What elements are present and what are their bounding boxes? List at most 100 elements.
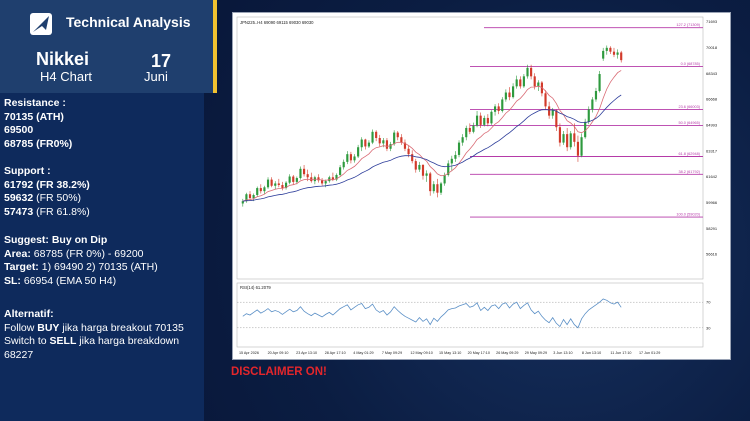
- y-tick-label: 70018: [706, 45, 718, 50]
- bull-candle: [266, 179, 270, 188]
- bull-candle: [501, 99, 504, 112]
- instrument-title: Nikkei: [36, 49, 90, 69]
- x-tick-label: 28 Apr 17:10: [325, 351, 346, 355]
- area-label: Area:: [4, 247, 31, 260]
- bull-candle: [353, 156, 356, 161]
- bull-candle: [443, 174, 446, 184]
- alt-line3: 68227: [4, 348, 34, 361]
- bull-candle: [382, 140, 385, 144]
- bear-candle: [321, 180, 324, 184]
- bull-candle: [241, 201, 244, 204]
- target-label: Target:: [4, 261, 39, 273]
- bull-candle: [605, 47, 608, 51]
- bear-candle: [375, 131, 378, 138]
- bull-candle: [602, 50, 605, 59]
- x-tick-label: 26 May 09:29: [496, 351, 518, 355]
- resistance-level: 68785 (FR0%): [4, 137, 73, 150]
- bull-candle: [389, 144, 392, 149]
- area-value: 68785 (FR 0%) - 69200: [33, 247, 144, 260]
- sl-label: SL:: [4, 274, 21, 287]
- alt-line2-pre: Switch to: [4, 335, 47, 347]
- resistance-level: 70135 (ATH): [4, 110, 64, 123]
- alt-line1-post: jika harga breakout 70135: [62, 321, 184, 334]
- bull-candle: [328, 177, 331, 182]
- x-tick-label: 20 May 17:10: [468, 351, 490, 355]
- bear-candle: [479, 115, 482, 125]
- bull-candle: [551, 110, 554, 116]
- date-month: Juni: [144, 69, 168, 84]
- x-tick-label: 15 May 13:10: [439, 351, 461, 355]
- bear-candle: [612, 51, 616, 55]
- bull-candle: [425, 173, 428, 176]
- bear-candle: [259, 188, 262, 192]
- resistance-heading: Resistance :: [4, 97, 66, 109]
- alternatif-heading: Alternatif:: [4, 308, 54, 320]
- bear-candle: [414, 161, 417, 170]
- bull-candle: [324, 181, 327, 184]
- bear-candle: [530, 67, 533, 77]
- timeframe-label: H4 Chart: [40, 69, 93, 84]
- bull-candle: [591, 99, 594, 110]
- bull-candle: [432, 184, 435, 192]
- bear-candle: [576, 141, 580, 156]
- bear-candle: [566, 134, 569, 148]
- alt-line1-pre: Follow: [4, 321, 35, 334]
- support-note: (FR 61.8%): [36, 205, 90, 218]
- bull-candle: [288, 176, 291, 183]
- suggest-heading: Suggest: Buy on Dip: [4, 234, 108, 246]
- resistance-section: Resistance : 70135 (ATH) 69500 68785 (FR…: [4, 97, 72, 151]
- bull-candle: [274, 183, 277, 186]
- bear-candle: [486, 117, 489, 124]
- bear-candle: [306, 174, 309, 178]
- bull-candle: [367, 142, 371, 147]
- bear-candle: [400, 137, 403, 143]
- bull-candle: [418, 164, 421, 170]
- bull-candle: [342, 161, 345, 168]
- bear-candle: [385, 140, 389, 149]
- bull-candle: [256, 188, 259, 196]
- bull-candle: [490, 111, 493, 124]
- support-level: 61792 (FR 38.2%): [4, 179, 90, 193]
- x-tick-label: 4 May 01:29: [353, 351, 373, 355]
- bear-candle: [396, 132, 399, 138]
- bear-candle: [573, 133, 576, 142]
- bull-candle: [515, 79, 518, 87]
- y-tick-label: 59966: [706, 200, 718, 205]
- bull-candle: [537, 82, 540, 87]
- bull-candle: [475, 115, 479, 126]
- bear-candle: [558, 127, 562, 143]
- bear-candle: [411, 154, 414, 162]
- bear-candle: [436, 184, 439, 193]
- bull-candle: [263, 187, 266, 192]
- y-tick-label: 68343: [706, 71, 718, 76]
- fib-level-label: 100.0 (59020): [676, 213, 700, 217]
- brand-name: Technical Analysis: [66, 14, 191, 30]
- price-chart: JPN225..H4 69090 69115 69030 69030 56616 5…: [236, 16, 718, 355]
- x-tick-label: 8 Jun 13:10: [582, 351, 601, 355]
- y-tick-label: 66668: [706, 97, 718, 102]
- fib-level-label: 0.0 (68785): [681, 62, 701, 66]
- fib-level-label: 127.2 (71309): [676, 23, 700, 27]
- symbol-header: JPN225..H4 69090 69115 69030 69030: [240, 20, 314, 25]
- bear-candle: [364, 139, 367, 147]
- bull-candle: [504, 92, 507, 100]
- bull-candle: [465, 127, 468, 138]
- bear-candle: [292, 176, 295, 182]
- bull-candle: [457, 142, 461, 155]
- x-tick-label: 7 May 09:29: [382, 351, 402, 355]
- suggest-section: Suggest: Buy on Dip Area: 68785 (FR 0%) …: [4, 234, 158, 288]
- sl-value: 66954 (EMA 50 H4): [23, 274, 117, 287]
- bull-candle: [346, 154, 349, 162]
- resistance-level: 69500: [4, 124, 34, 136]
- y-tick-label: 61642: [706, 174, 718, 179]
- y-tick-label: 56616: [706, 252, 718, 257]
- x-tick-label: 20 Apr 09:10: [268, 351, 289, 355]
- bear-candle: [519, 79, 522, 87]
- bull-candle: [587, 109, 590, 122]
- bear-candle: [508, 92, 511, 98]
- alt-line2-post: jika harga breakdown: [79, 335, 180, 347]
- bull-candle: [580, 137, 583, 156]
- bear-candle: [544, 93, 547, 107]
- bear-candle: [407, 148, 410, 155]
- x-tick-label: 17 Jun 01:29: [639, 351, 660, 355]
